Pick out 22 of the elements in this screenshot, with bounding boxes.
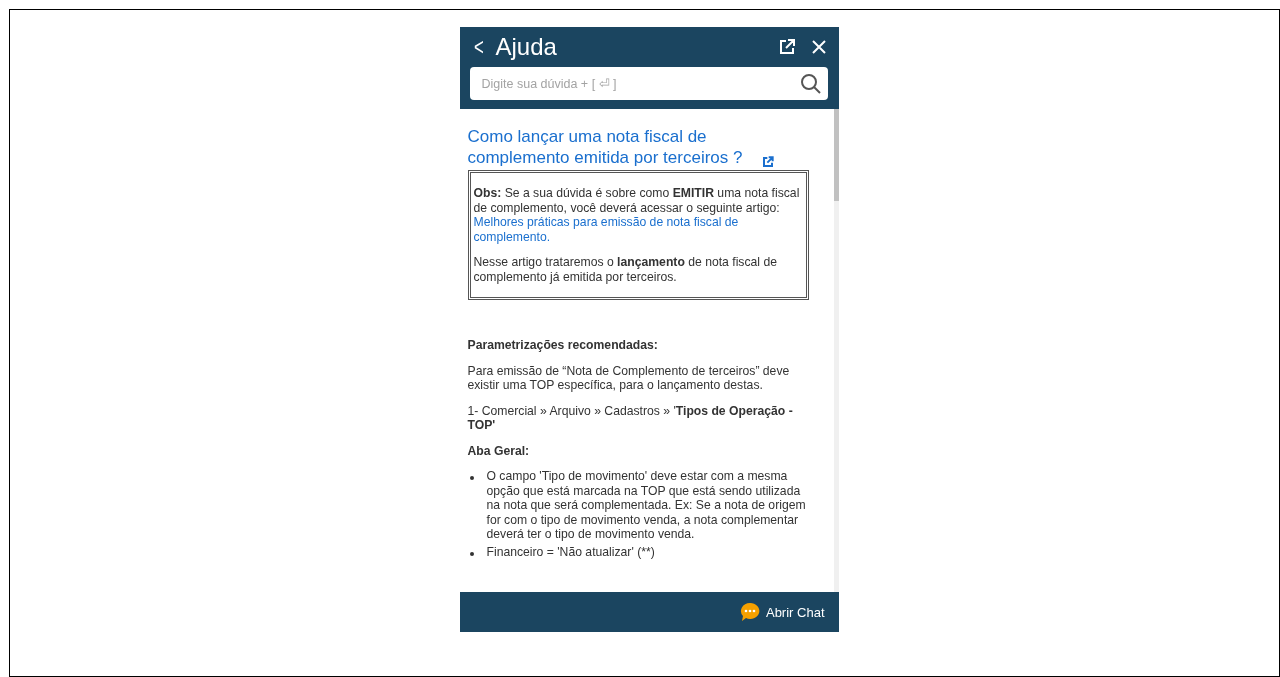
section-heading: Aba Geral:	[467, 443, 531, 458]
search-field[interactable]: Digite sua dúvida + [ ⏎ ]	[469, 67, 828, 100]
chat-bubble-icon	[739, 602, 760, 622]
section-heading: Parametrizações recomendadas:	[467, 338, 659, 353]
article-title-link[interactable]: Como lançar uma nota fiscal de complemento emitida por terceiros ?	[467, 126, 758, 168]
paragraph-text: 1- Comercial » Arquivo » Cadastros » 'Tipos de Operação - TOP'	[467, 403, 794, 433]
external-link-icon[interactable]	[761, 156, 774, 168]
list-item-text: O campo 'Tipo de movimento' deve estar com a mesma opção que está marcada na TOP que está sendo utilizada na nota que será complementada. Ex: Se a nota de origem for com o tipo de movimento venda, a nota complementar deverá ter o tipo de movimento venda.	[486, 469, 807, 542]
article-link[interactable]: Melhores práticas para emissão de nota fiscal de complemento.	[473, 215, 803, 244]
list-item-text: Financeiro = 'Não atualizar' (**)	[486, 544, 655, 559]
panel-title: Ajuda	[495, 33, 558, 61]
paragraph-text: Para emissão de “Nota de Complemento de terceiros” deve existir uma TOP específica, para o lançamento destas.	[467, 363, 791, 393]
note-text: Nesse artigo trataremos o lançamento de nota fiscal de complemento já emitida por terceiros.	[473, 255, 778, 284]
close-icon[interactable]	[809, 38, 828, 56]
search-icon[interactable]	[799, 72, 822, 95]
bullet-icon	[469, 551, 474, 556]
back-button[interactable]: <	[472, 33, 485, 61]
note-text: Obs: Se a sua dúvida é sobre como EMITIR uma nota fiscal de complemento, você deverá acessar o seguinte artigo: Melhores práticas para emissão de nota fiscal de complemento.	[473, 186, 803, 244]
external-link-icon[interactable]	[777, 38, 796, 56]
bullet-icon	[469, 476, 474, 480]
open-chat-button[interactable]: Abrir Chat	[739, 602, 825, 622]
scrollbar[interactable]	[833, 109, 839, 592]
